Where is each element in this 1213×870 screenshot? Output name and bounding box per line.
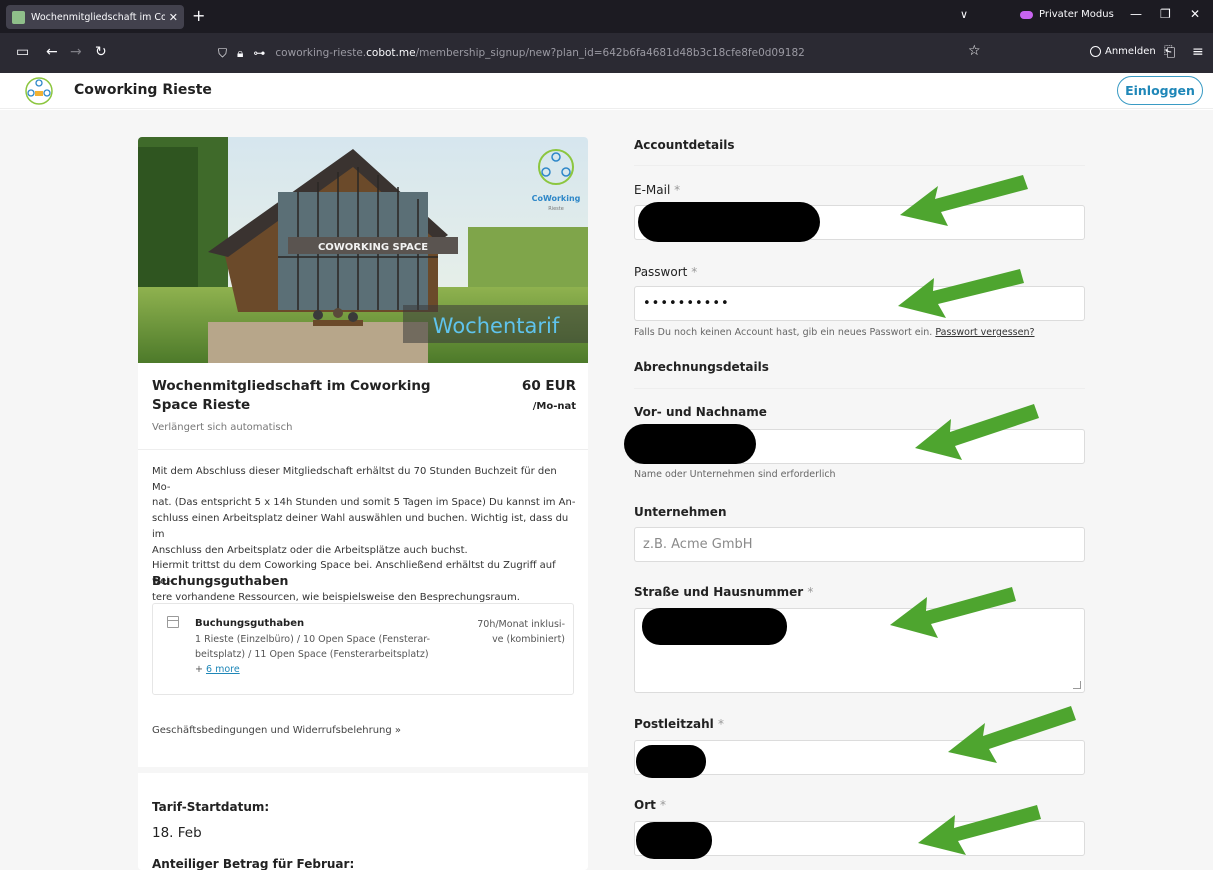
site-favicon-icon: [12, 10, 25, 24]
zip-label: Postleitzahl *: [634, 717, 724, 731]
permissions-icon[interactable]: ⊶: [253, 46, 265, 60]
coworking-logo[interactable]: [24, 76, 54, 106]
calendar-icon: [167, 616, 179, 628]
credit-item: Buchungsguthaben 1 Rieste (Einzelbüro) /…: [152, 603, 574, 695]
credit-amount: 70h/Monat inklusi- ve (kombiniert): [477, 619, 565, 645]
plan-hero-image: COWORKING SPACE Wochentarif CoWorking Ri…: [138, 137, 588, 363]
menu-icon[interactable]: ≡: [1192, 44, 1204, 60]
street-label: Straße und Hausnummer *: [634, 585, 814, 599]
restore-icon[interactable]: ❐: [1160, 7, 1171, 21]
chevron-down-icon[interactable]: ∨: [960, 8, 968, 21]
private-mode-indicator: Privater Modus: [1020, 9, 1114, 20]
forward-icon[interactable]: →: [70, 44, 82, 60]
browser-signin-button[interactable]: Anmelden: [1090, 46, 1156, 57]
close-tab-icon[interactable]: ✕: [169, 11, 178, 24]
divider: [634, 388, 1085, 389]
plan-card: COWORKING SPACE Wochentarif CoWorking Ri…: [138, 137, 588, 870]
password-hint: Falls Du noch keinen Account hast, gib e…: [634, 327, 1035, 338]
divider: [138, 449, 588, 450]
browser-signin-label: Anmelden: [1105, 46, 1156, 57]
private-mask-icon: [1020, 10, 1033, 19]
divider: [634, 165, 1085, 166]
name-hint: Name oder Unternehmen sind erforderlich: [634, 469, 836, 480]
account-icon: [1090, 46, 1101, 57]
redaction-name: [624, 424, 756, 464]
browser-tab-bar: Wochenmitgliedschaft im Cowo ✕ + ∨ Priva…: [0, 0, 1213, 33]
login-button[interactable]: Einloggen: [1117, 76, 1203, 105]
resize-handle-icon[interactable]: [1073, 681, 1081, 689]
url-text[interactable]: coworking-rieste.cobot.me/membership_sig…: [275, 47, 804, 59]
building-sign: COWORKING SPACE: [318, 242, 428, 253]
address-bar[interactable]: ⛉ 🔒︎ ⊶ coworking-rieste.cobot.me/members…: [208, 37, 988, 69]
browser-tab[interactable]: Wochenmitgliedschaft im Cowo ✕: [6, 5, 184, 29]
private-mode-label: Privater Modus: [1039, 9, 1114, 20]
hero-label: Wochentarif: [433, 314, 560, 338]
site-header: Coworking Rieste Einloggen: [0, 73, 1213, 109]
name-label: Vor- und Nachname: [634, 405, 767, 419]
site-name[interactable]: Coworking Rieste: [74, 82, 212, 98]
city-label: Ort *: [634, 798, 667, 812]
sidebar-toggle-icon[interactable]: ▭: [16, 44, 29, 60]
credits-heading: Buchungsguthaben: [152, 573, 289, 588]
terms-link[interactable]: Geschäftsbedingungen und Widerrufsbelehr…: [152, 725, 401, 736]
start-date-label: Tarif-Startdatum:: [152, 800, 270, 814]
credit-more: + 6 more: [195, 664, 240, 675]
tab-title: Wochenmitgliedschaft im Cowo: [31, 11, 165, 23]
forgot-password-link[interactable]: Passwort vergessen?: [935, 327, 1034, 338]
browser-toolbar: ▭ ← → ↻ ⛉ 🔒︎ ⊶ coworking-rieste.cobot.me…: [0, 33, 1213, 73]
company-label: Unternehmen: [634, 505, 727, 519]
hero-logo-text: CoWorking: [532, 194, 581, 203]
prorata-label: Anteiliger Betrag für Februar:: [152, 857, 355, 870]
new-tab-icon[interactable]: +: [192, 6, 205, 25]
credit-resources: 1 Rieste (Einzelbüro) / 10 Open Space (F…: [195, 634, 430, 660]
password-label: Passwort *: [634, 265, 698, 279]
redaction-zip: [636, 745, 706, 778]
redaction-street: [642, 608, 787, 645]
bookmark-star-icon[interactable]: ☆: [968, 43, 981, 59]
shield-icon[interactable]: ⛉: [218, 46, 227, 61]
close-window-icon[interactable]: ✕: [1190, 7, 1200, 21]
plan-start-section: Tarif-Startdatum: 18. Feb Anteiliger Bet…: [138, 767, 588, 870]
plan-summary: Wochenmitgliedschaft im Coworking Space …: [138, 363, 588, 603]
reload-icon[interactable]: ↻: [95, 44, 107, 60]
auto-renew-note: Verlängert sich automatisch: [152, 422, 293, 433]
lock-icon[interactable]: 🔒︎: [237, 46, 243, 61]
hero-logo-subtext: Rieste: [548, 206, 564, 212]
plan-price: 60 EUR /Mo-nat: [521, 378, 576, 412]
email-label: E-Mail *: [634, 183, 681, 197]
start-date-value: 18. Feb: [152, 825, 202, 841]
password-field[interactable]: ••••••••••: [634, 286, 1085, 321]
minimize-icon[interactable]: —: [1130, 7, 1142, 21]
redaction-city: [636, 822, 712, 859]
plan-title: Wochenmitgliedschaft im Coworking Space …: [152, 378, 431, 413]
account-heading: Accountdetails: [634, 138, 735, 152]
show-more-link[interactable]: 6 more: [206, 664, 240, 675]
company-field[interactable]: z.B. Acme GmbH: [634, 527, 1085, 562]
share-icon[interactable]: ⎗: [1164, 44, 1175, 60]
redaction-email: [638, 202, 820, 242]
back-icon[interactable]: ←: [46, 44, 58, 60]
credit-name: Buchungsguthaben: [195, 618, 305, 629]
billing-heading: Abrechnungsdetails: [634, 360, 769, 374]
